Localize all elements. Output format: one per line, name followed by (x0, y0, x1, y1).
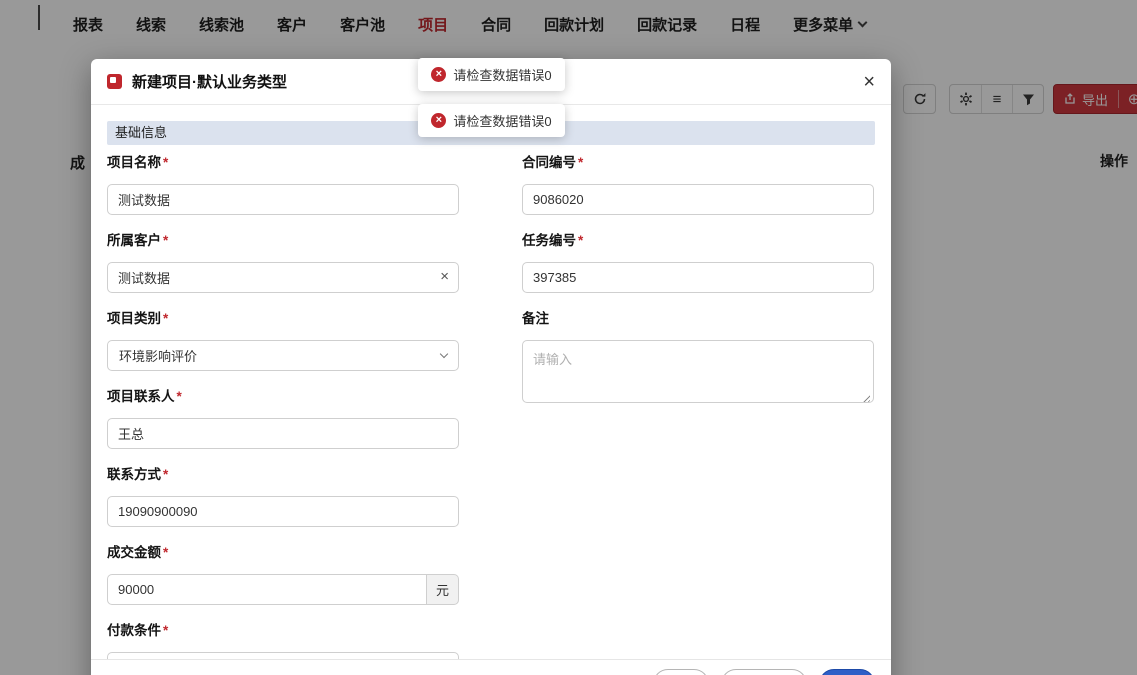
label-text: 付款条件 (107, 623, 161, 638)
field-label: 合同编号 * (522, 151, 874, 171)
label-text: 任务编号 (522, 233, 576, 248)
label-text: 项目联系人 (107, 389, 175, 404)
field-task-number: 任务编号 * (522, 229, 874, 293)
error-icon: × (431, 113, 447, 128)
project-name-input[interactable] (107, 184, 459, 215)
field-label: 成交金额 * (107, 541, 459, 561)
field-label: 所属客户 * (107, 229, 459, 249)
required-mark: * (578, 233, 584, 248)
required-mark: * (163, 311, 169, 326)
label-text: 项目类别 (107, 311, 161, 326)
toast-message: 请检查数据错误0 (453, 68, 552, 83)
currency-unit-addon: 元 (427, 574, 459, 605)
task-number-input[interactable] (522, 262, 874, 293)
field-customer: 所属客户* × (107, 229, 459, 293)
remarks-textarea[interactable] (522, 340, 874, 403)
form-left-column: 项目名称* 所属客户* × 项目类别* (107, 148, 459, 675)
clear-icon[interactable]: × (440, 269, 449, 284)
field-label: 项目类别 * (107, 307, 459, 327)
modal-footer-cancel-button[interactable] (653, 669, 709, 675)
remarks-textarea-wrap (522, 340, 874, 408)
field-contract-number: 合同编号 * (522, 151, 874, 215)
field-label: 任务编号 * (522, 229, 874, 249)
required-mark: * (176, 389, 182, 404)
modal-footer-primary-button[interactable] (819, 669, 875, 675)
label-text: 合同编号 (522, 155, 576, 170)
customer-input[interactable] (107, 262, 459, 293)
field-label: 联系方式 * (107, 463, 459, 483)
label-text: 项目名称 (107, 155, 161, 170)
modal-footer (91, 659, 891, 675)
field-label: 项目联系人 * (107, 385, 459, 405)
contact-phone-input[interactable] (107, 496, 459, 527)
form-columns: 项目名称* 所属客户* × 项目类别* (107, 148, 875, 675)
field-contact-phone: 联系方式 * (107, 463, 459, 527)
deal-amount-input[interactable] (107, 574, 427, 605)
error-toast: × 请检查数据错误0 (418, 104, 565, 137)
field-label: 项目名称 * (107, 151, 459, 171)
new-project-modal: 新建项目·默认业务类型 × 基础信息 项目名称* 所属客户* (91, 59, 891, 675)
field-project-contact: 项目联系人 * (107, 385, 459, 449)
label-text: 所属客户 (107, 233, 161, 248)
error-toast: × 请检查数据错误0 (418, 58, 565, 91)
customer-input-wrap: × (107, 262, 459, 293)
label-text: 联系方式 (107, 467, 161, 482)
field-label: 备注 (522, 307, 874, 327)
modal-title: 新建项目·默认业务类型 (132, 74, 287, 91)
project-contact-input[interactable] (107, 418, 459, 449)
field-deal-amount: 成交金额* 元 (107, 541, 459, 605)
chevron-down-icon (439, 349, 449, 359)
modal-footer-secondary-button[interactable] (721, 669, 807, 675)
field-remarks: 备注 (522, 307, 874, 408)
deal-amount-group: 元 (107, 574, 459, 605)
required-mark: * (163, 545, 169, 560)
project-category-select[interactable]: 环境影响评价 (107, 340, 459, 371)
selected-option: 环境影响评价 (119, 349, 198, 364)
required-mark: * (163, 623, 169, 638)
error-icon: × (431, 67, 447, 82)
close-icon[interactable]: × (863, 72, 875, 92)
form-right-column: 合同编号* 任务编号* 备注 (522, 148, 874, 675)
field-project-category: 项目类别 * 环境影响评价 (107, 307, 459, 371)
label-text: 备注 (522, 311, 549, 326)
document-icon (107, 74, 122, 89)
contract-number-input[interactable] (522, 184, 874, 215)
label-text: 成交金额 (107, 545, 161, 560)
required-mark: * (163, 155, 169, 170)
field-project-name: 项目名称 * (107, 151, 459, 215)
required-mark: * (578, 155, 584, 170)
required-mark: * (163, 233, 169, 248)
field-label: 付款条件 * (107, 619, 459, 639)
required-mark: * (163, 467, 169, 482)
modal-body: 基础信息 项目名称* 所属客户* × (91, 121, 891, 675)
toast-message: 请检查数据错误0 (453, 114, 552, 129)
